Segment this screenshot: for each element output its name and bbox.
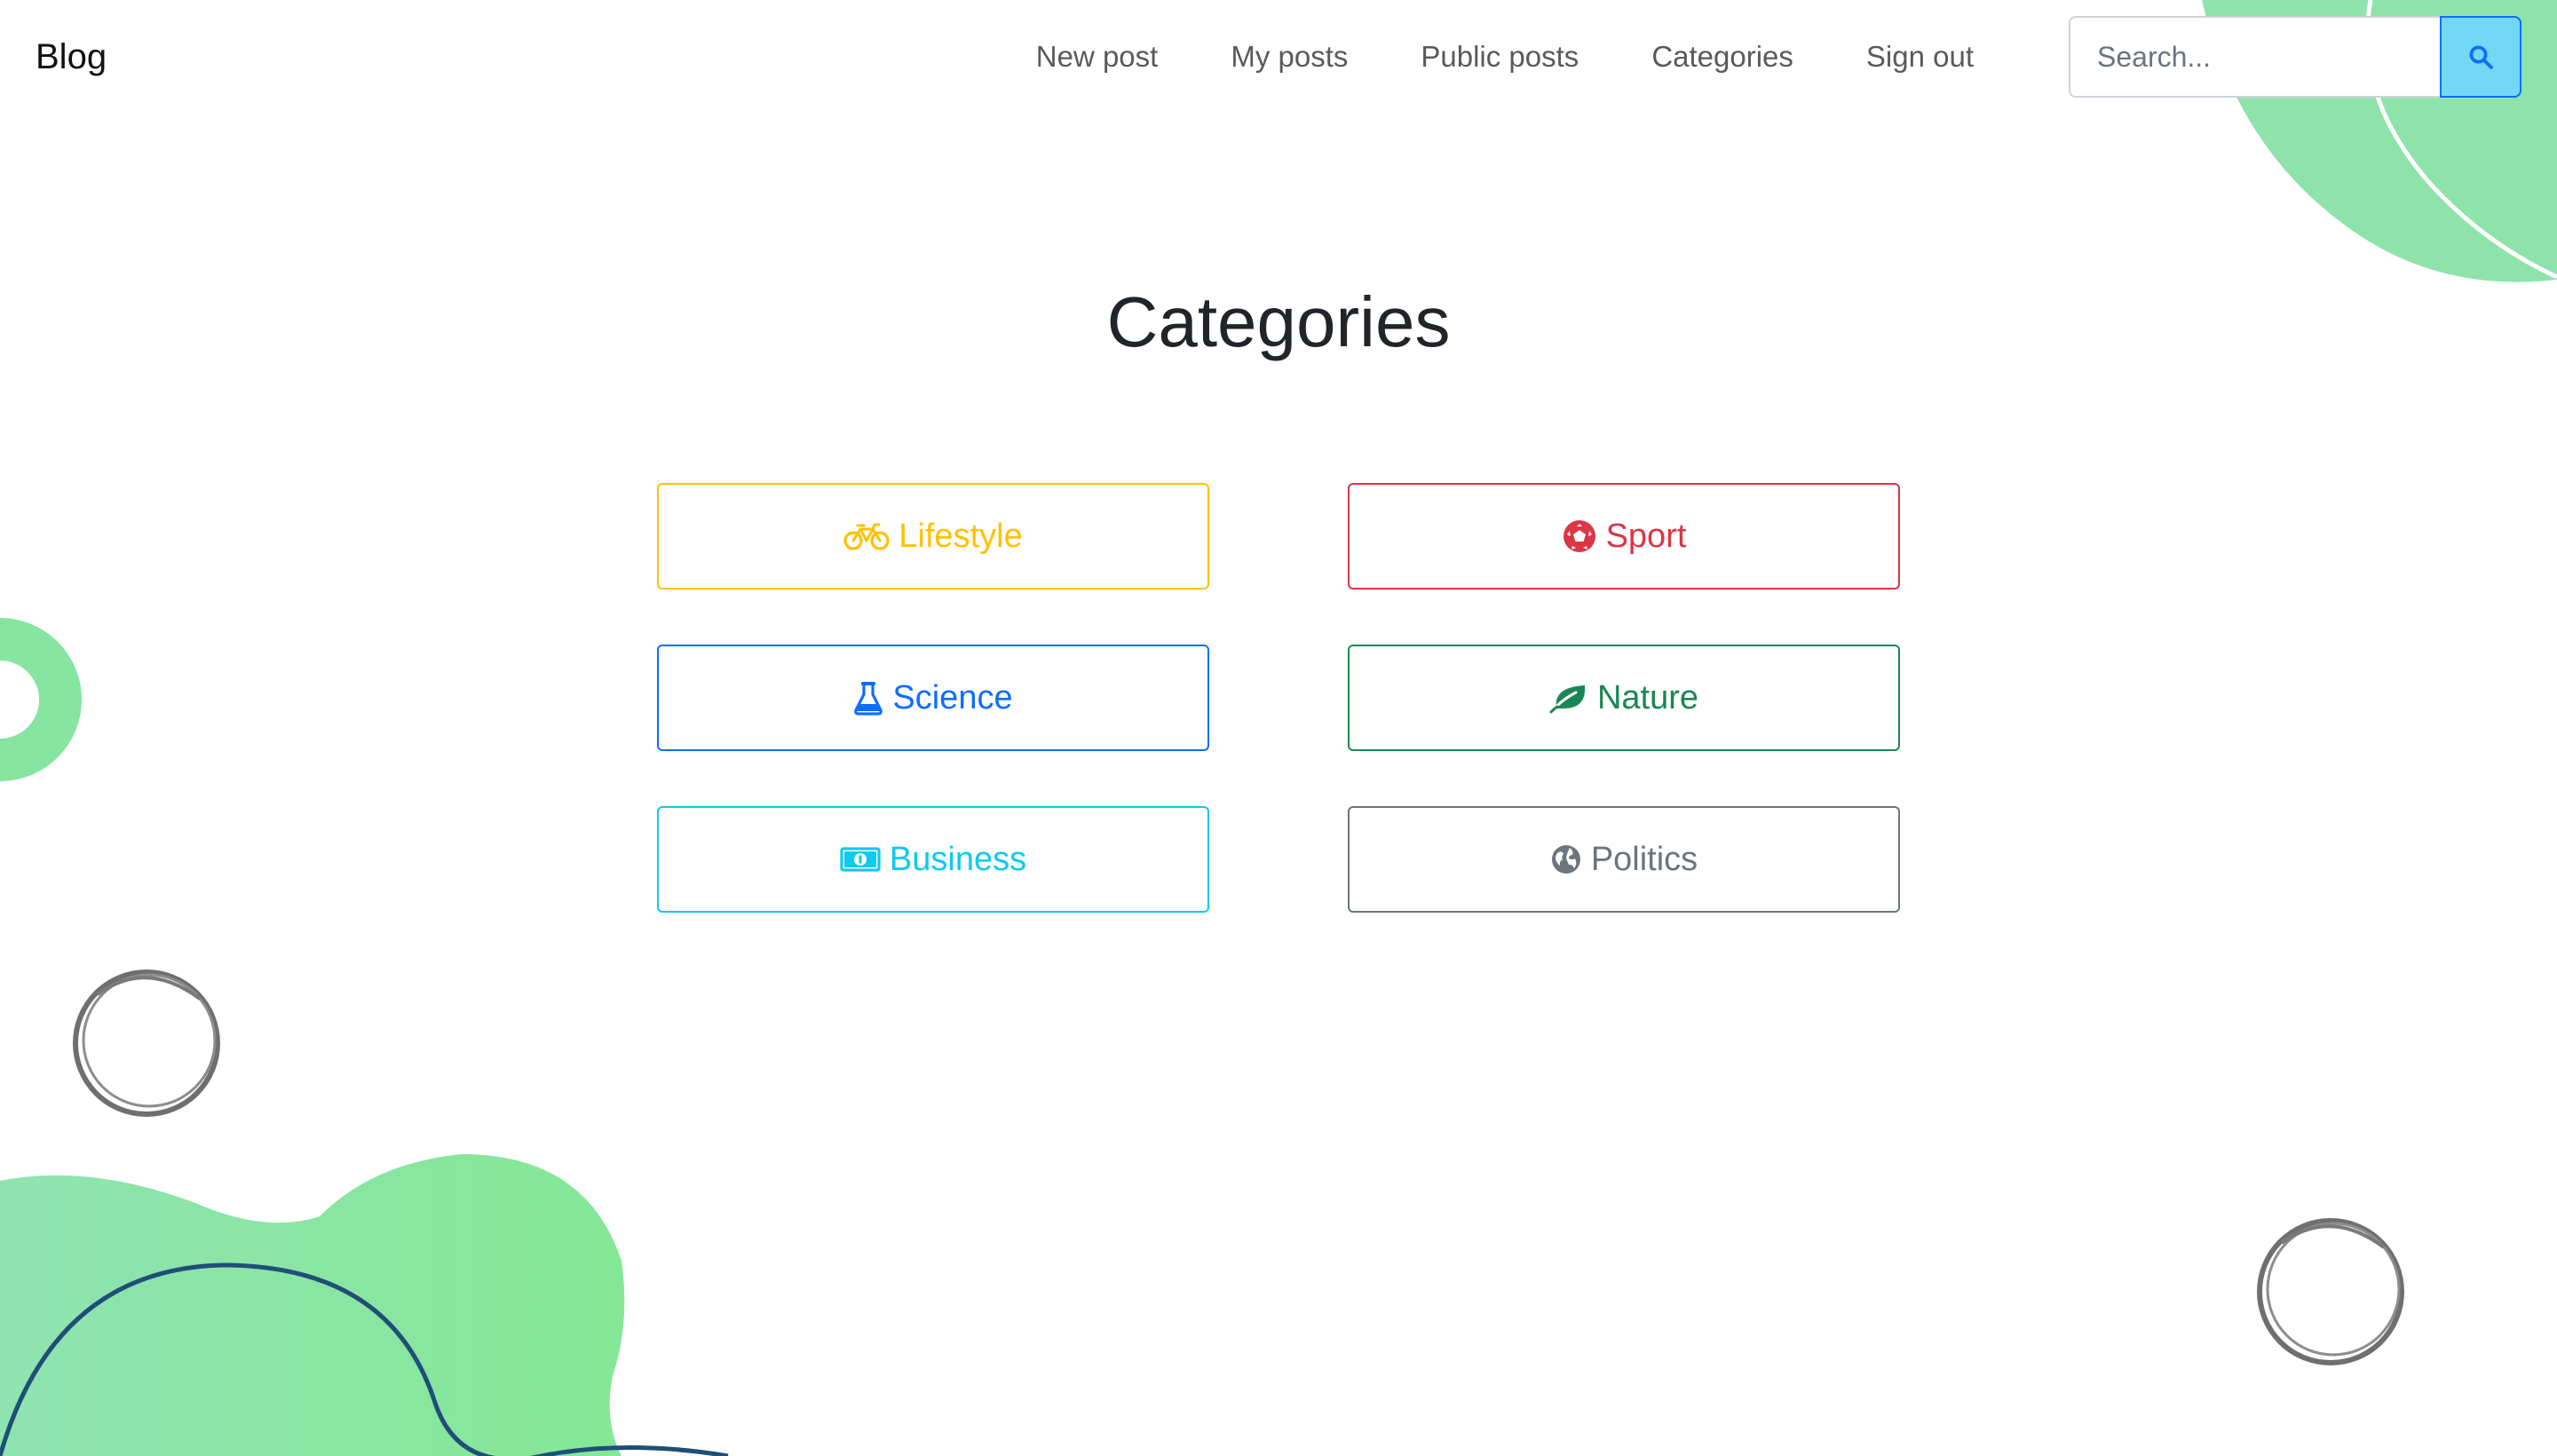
nav-link-new-post[interactable]: New post xyxy=(1000,40,1195,74)
category-button-business[interactable]: Business xyxy=(657,806,1209,913)
decor-blob-bottom-left xyxy=(0,1154,729,1456)
globe-icon xyxy=(1551,845,1580,874)
search-input[interactable] xyxy=(2069,16,2440,98)
decor-ring-left xyxy=(0,618,82,781)
category-button-science[interactable]: Science xyxy=(657,645,1209,751)
category-grid: Lifestyle Sport Science Nature Business … xyxy=(657,483,1900,913)
page-title: Categories xyxy=(1106,282,1451,361)
nav-link-categories[interactable]: Categories xyxy=(1615,40,1830,74)
decor-swirl-circle-left xyxy=(73,969,220,1117)
category-button-sport[interactable]: Sport xyxy=(1348,483,1900,590)
navbar: Blog New post My posts Public posts Cate… xyxy=(0,0,2557,115)
search-form xyxy=(2069,16,2521,98)
category-button-politics[interactable]: Politics xyxy=(1348,806,1900,913)
nav-link-public-posts[interactable]: Public posts xyxy=(1384,40,1615,74)
money-bill-icon xyxy=(840,847,881,872)
leaf-icon xyxy=(1549,685,1586,714)
nav-link-sign-out[interactable]: Sign out xyxy=(1830,40,2010,74)
category-label: Politics xyxy=(1590,840,1698,878)
decor-swirl-circle-right xyxy=(2257,1218,2404,1365)
category-button-nature[interactable]: Nature xyxy=(1348,645,1900,751)
flask-icon xyxy=(854,682,883,716)
brand-link[interactable]: Blog xyxy=(36,32,107,82)
search-icon xyxy=(2469,45,2493,69)
category-label: Sport xyxy=(1605,517,1687,555)
nav-links: New post My posts Public posts Categorie… xyxy=(1000,32,2010,82)
search-button[interactable] xyxy=(2440,16,2521,98)
category-label: Science xyxy=(892,678,1013,716)
soccer-ball-icon xyxy=(1563,520,1595,552)
nav-link-my-posts[interactable]: My posts xyxy=(1194,40,1384,74)
category-label: Lifestyle xyxy=(899,517,1023,555)
bicycle-icon xyxy=(843,523,890,550)
category-label: Nature xyxy=(1596,678,1699,716)
category-label: Business xyxy=(889,840,1027,878)
category-button-lifestyle[interactable]: Lifestyle xyxy=(657,483,1209,590)
